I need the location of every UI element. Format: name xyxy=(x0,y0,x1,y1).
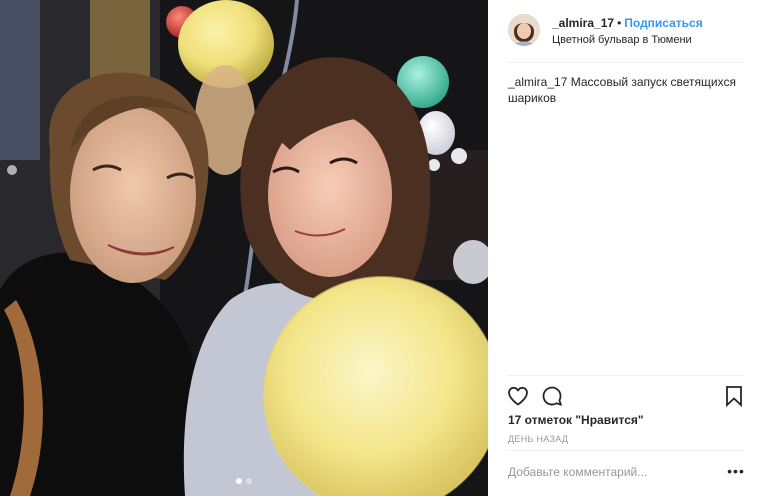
comment-form: ••• xyxy=(508,462,746,484)
heart-icon[interactable] xyxy=(506,384,530,408)
comment-input[interactable] xyxy=(508,462,708,482)
post-photo[interactable] xyxy=(0,0,488,496)
avatar[interactable] xyxy=(508,14,540,46)
instagram-post: _almira_17 • Подписаться Цветной бульвар в… xyxy=(0,0,760,496)
likes-count[interactable]: 17 отметок "Нравится" xyxy=(508,413,644,427)
header-user-line: _almira_17 • Подписаться xyxy=(552,16,703,30)
carousel-dot-active xyxy=(236,478,242,484)
location-link[interactable]: Цветной бульвар в Тюмени xyxy=(552,34,692,46)
action-bar xyxy=(506,384,746,408)
more-options-button[interactable]: ••• xyxy=(726,464,746,480)
post-details-panel: _almira_17 • Подписаться Цветной бульвар в… xyxy=(488,0,760,496)
separator-dot: • xyxy=(617,16,622,30)
carousel-indicator xyxy=(0,478,488,484)
comment-divider xyxy=(508,450,744,451)
actions-divider xyxy=(508,375,744,376)
caption: _almira_17 Массовый запуск светящихся ша… xyxy=(508,74,738,106)
carousel-dot xyxy=(246,478,252,484)
caption-username[interactable]: _almira_17 xyxy=(508,75,567,89)
post-timestamp[interactable]: ДЕНЬ НАЗАД xyxy=(508,434,568,444)
bookmark-icon[interactable] xyxy=(722,384,746,408)
photo-illustration xyxy=(0,0,488,496)
post-header: _almira_17 • Подписаться Цветной бульвар в… xyxy=(508,14,744,48)
username-link[interactable]: _almira_17 xyxy=(552,16,614,30)
avatar-image xyxy=(508,14,540,46)
header-divider xyxy=(508,62,744,63)
follow-button[interactable]: Подписаться xyxy=(624,16,702,30)
comment-bubble-icon[interactable] xyxy=(540,384,564,408)
